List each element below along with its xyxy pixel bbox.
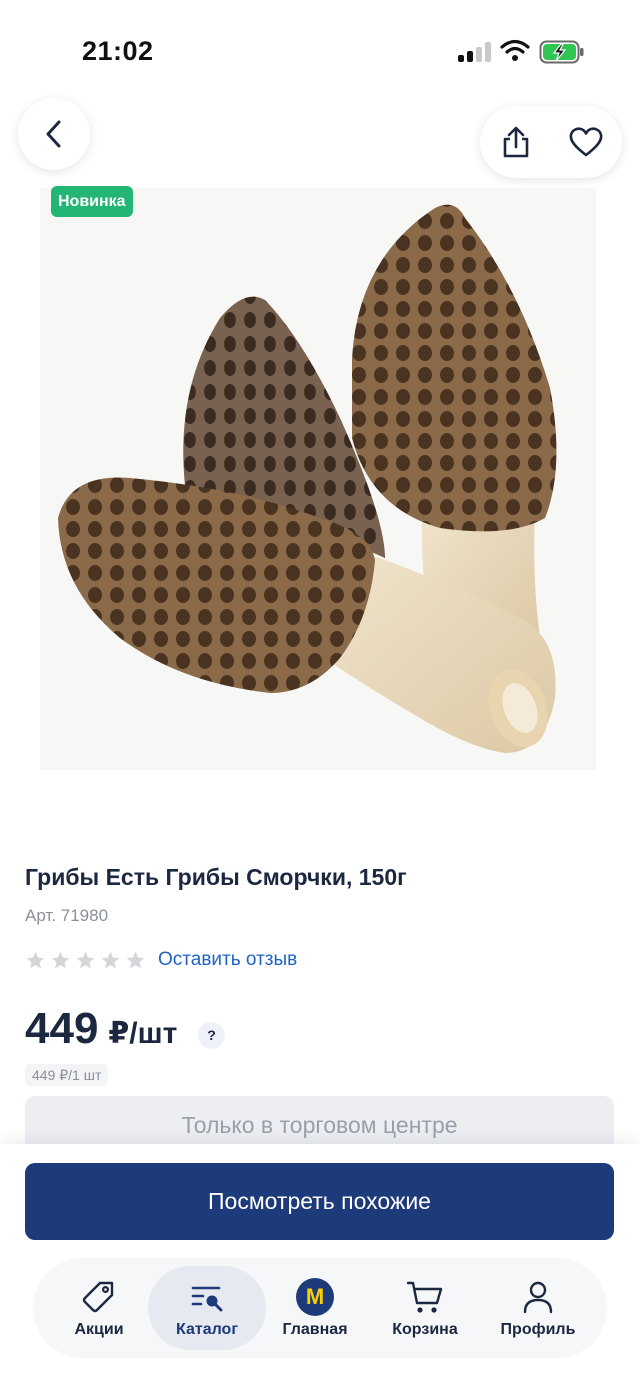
product-image[interactable] <box>40 188 596 770</box>
price-value: 449 <box>25 1004 99 1053</box>
tab-label: Акции <box>74 1321 124 1338</box>
tab-profile[interactable]: Профиль <box>493 1258 583 1358</box>
catalog-search-icon <box>187 1277 227 1317</box>
product-page: 21:02 Новинка Грибы Есть Грибы Сморчки, … <box>0 0 640 1392</box>
new-badge: Новинка <box>51 186 133 217</box>
store-logo-icon: М <box>295 1277 335 1317</box>
cart-icon <box>405 1277 445 1317</box>
cellular-signal-icon <box>458 42 492 62</box>
tab-label: Каталог <box>176 1321 238 1338</box>
tab-promo[interactable]: Акции <box>55 1258 143 1358</box>
price-row: 449 ₽/шт <box>25 1004 177 1054</box>
star-icon <box>126 951 145 968</box>
rating-row: Оставить отзыв <box>25 948 297 972</box>
status-time: 21:02 <box>82 36 154 66</box>
price-help-button[interactable]: ? <box>198 1022 225 1049</box>
tab-home[interactable]: М Главная <box>271 1258 359 1358</box>
status-bar: 21:02 <box>0 0 640 100</box>
leave-review-link[interactable]: Оставить отзыв <box>158 949 297 971</box>
rating-stars <box>25 950 146 971</box>
tab-label: Профиль <box>500 1321 576 1338</box>
product-title: Грибы Есть Грибы Сморчки, 150г <box>25 864 407 890</box>
wifi-icon <box>500 39 530 61</box>
price-unit: ₽/шт <box>108 1017 178 1050</box>
share-button[interactable] <box>494 120 538 164</box>
tab-cart[interactable]: Корзина <box>381 1258 469 1358</box>
tab-label: Главная <box>282 1321 348 1338</box>
star-icon <box>76 951 95 968</box>
unit-price: 449 ₽/1 шт <box>25 1064 109 1086</box>
star-icon <box>101 951 120 968</box>
back-button[interactable] <box>18 98 90 170</box>
heart-icon <box>569 127 603 157</box>
tab-bar: Акции Каталог М Главная Корзина Профиль <box>33 1258 607 1358</box>
tab-label: Корзина <box>392 1321 458 1338</box>
view-similar-button[interactable]: Посмотреть похожие <box>25 1163 614 1240</box>
store-logo: М <box>296 1278 334 1316</box>
share-icon <box>503 126 529 158</box>
star-icon <box>51 951 70 968</box>
user-icon <box>518 1277 558 1317</box>
tag-icon <box>79 1277 119 1317</box>
chevron-left-icon <box>46 120 61 148</box>
product-article: Арт. 71980 <box>25 906 109 925</box>
star-icon <box>26 951 45 968</box>
product-actions <box>480 106 622 178</box>
favorite-button[interactable] <box>564 120 608 164</box>
morel-mushrooms-illustration <box>58 204 557 753</box>
battery-charging-icon <box>539 40 584 64</box>
tab-catalog[interactable]: Каталог <box>148 1258 266 1358</box>
